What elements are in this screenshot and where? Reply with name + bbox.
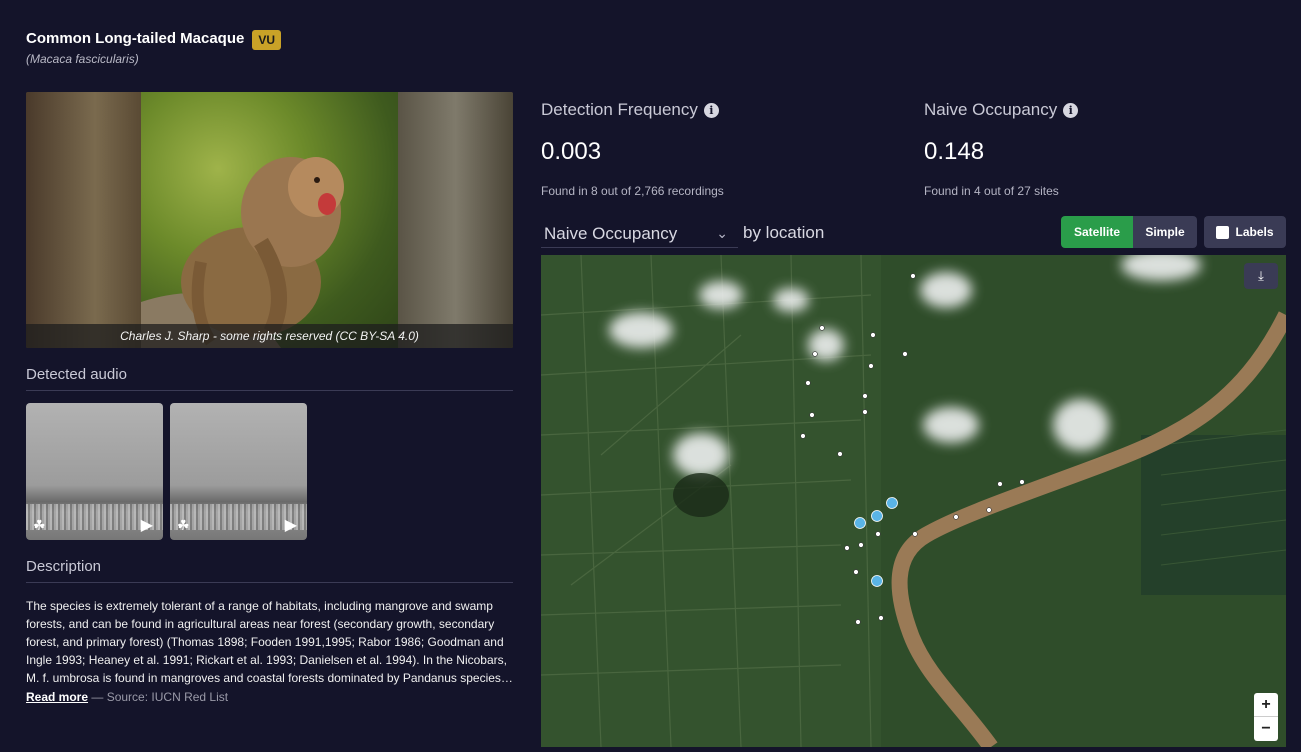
labels-label: Labels xyxy=(1235,225,1274,239)
read-more-row: Read more — Source: IUCN Red List xyxy=(26,690,228,704)
photo-caption: Charles J. Sharp - some rights reserved … xyxy=(26,324,513,348)
audio-clip-2[interactable]: ☘ ▶ xyxy=(170,403,307,540)
species-header: Common Long-tailed Macaque VU (Macaca fa… xyxy=(26,26,282,66)
info-icon[interactable]: i xyxy=(703,102,719,118)
species-scientific-name: (Macaca fascicularis) xyxy=(26,52,139,66)
status-badge: VU xyxy=(252,30,282,50)
labels-checkbox[interactable] xyxy=(1216,225,1230,239)
zoom-control: + − xyxy=(1254,693,1278,741)
naive-occupancy-sub: Found in 4 out of 27 sites xyxy=(924,184,1059,198)
detection-frequency-sub: Found in 8 out of 2,766 recordings xyxy=(541,184,724,198)
photo-blur-left xyxy=(26,92,141,348)
naive-occupancy-value: 0.148 xyxy=(924,138,985,165)
zoom-in-button[interactable]: + xyxy=(1254,693,1278,717)
read-more-link[interactable]: Read more xyxy=(26,690,88,704)
audio-clip-1[interactable]: ☘ ▶ xyxy=(26,403,163,540)
labels-toggle[interactable]: Labels xyxy=(1204,216,1286,248)
species-page: Common Long-tailed Macaque VU (Macaca fa… xyxy=(0,0,1301,752)
info-icon[interactable]: i xyxy=(1063,102,1079,118)
species-photo: Charles J. Sharp - some rights reserved … xyxy=(26,92,513,348)
chevron-down-icon: ⌄ xyxy=(716,225,728,241)
zoom-out-button[interactable]: − xyxy=(1254,717,1278,741)
download-icon[interactable]: ⤓ xyxy=(1244,263,1278,289)
occupancy-map[interactable]: ⤓ + − xyxy=(541,255,1286,747)
photo-blur-right xyxy=(398,92,513,348)
by-location-label: by location xyxy=(743,223,825,242)
detection-frequency-label: Detection Frequency xyxy=(541,100,698,119)
photo-image xyxy=(141,92,398,348)
naive-occupancy-stat: Naive Occupancy i 0.148 Found in 4 out o… xyxy=(924,100,1079,198)
title-row: Common Long-tailed Macaque VU xyxy=(26,26,282,50)
play-icon[interactable]: ▶ xyxy=(141,515,153,535)
detected-audio-heading: Detected audio xyxy=(26,366,513,391)
macaque-illustration xyxy=(141,157,344,348)
metric-select-value: Naive Occupancy xyxy=(544,223,678,243)
satellite-button[interactable]: Satellite xyxy=(1061,216,1133,248)
map-style-toggle: Satellite Simple xyxy=(1061,216,1197,248)
description-source: — Source: IUCN Red List xyxy=(91,690,229,704)
simple-button[interactable]: Simple xyxy=(1133,216,1197,248)
naive-occupancy-label: Naive Occupancy xyxy=(924,100,1058,119)
play-icon[interactable]: ▶ xyxy=(285,515,297,535)
naive-occupancy-label-row: Naive Occupancy i xyxy=(924,100,1079,120)
satellite-imagery xyxy=(541,255,1286,747)
metric-select[interactable]: Naive Occupancy ⌄ xyxy=(541,220,738,248)
description-text: The species is extremely tolerant of a r… xyxy=(26,599,513,685)
detection-frequency-value: 0.003 xyxy=(541,138,602,165)
detection-frequency-stat: Detection Frequency i 0.003 Found in 8 o… xyxy=(541,100,724,198)
description-heading: Description xyxy=(26,558,513,583)
spectrogram-icon: ☘ xyxy=(177,517,190,533)
detection-frequency-label-row: Detection Frequency i xyxy=(541,100,724,120)
species-common-name: Common Long-tailed Macaque xyxy=(26,29,245,47)
spectrogram-icon: ☘ xyxy=(33,517,46,533)
